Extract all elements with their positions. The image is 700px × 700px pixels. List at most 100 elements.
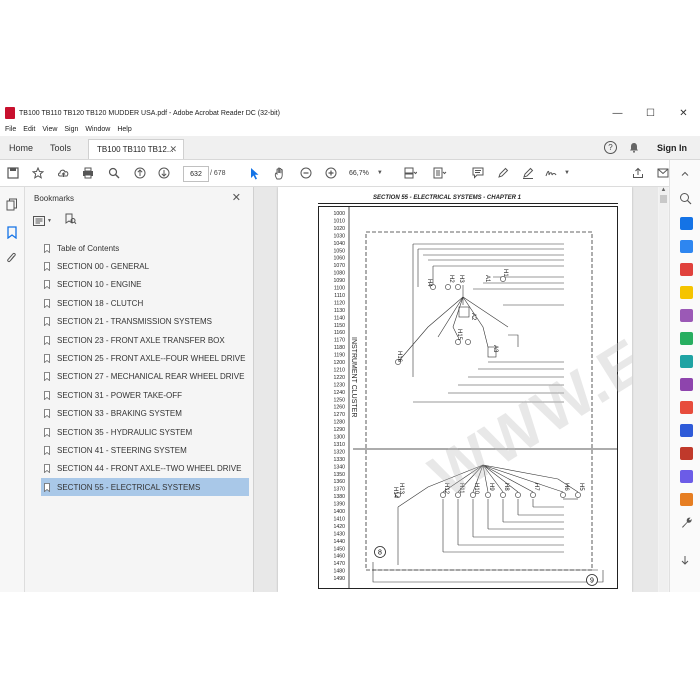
find-bookmark-button[interactable] [65,212,77,230]
page-number-input[interactable]: 632 [183,166,209,182]
vertical-scrollbar[interactable]: ▲ [659,187,668,592]
chevron-down-icon: ▼ [376,170,383,176]
row-number: 1100 [334,286,345,292]
bookmark-flag-icon [44,409,50,419]
bookmark-item[interactable]: SECTION 23 - FRONT AXLE TRANSFER BOX [41,331,249,349]
tab-document[interactable]: TB100 TB110 TB12... ✕ [88,139,184,159]
bookmark-item[interactable]: SECTION 10 - ENGINE [41,276,249,294]
rail-collapse-button[interactable] [680,166,690,184]
bookmark-item[interactable]: Table of Contents [41,239,249,257]
find-button[interactable] [107,164,121,182]
row-number: 1170 [334,338,345,344]
window-title: TB100 TB110 TB120 TB120 MUDDER USA.pdf -… [19,109,280,117]
scan-ocr-icon[interactable] [680,355,693,368]
row-number: 1220 [333,375,345,381]
stamp-icon[interactable] [680,470,693,483]
organize-pages-icon[interactable] [680,332,693,345]
draw-button[interactable] [521,164,535,182]
tab-tools[interactable]: Tools [50,136,71,159]
sign-in-link[interactable]: Sign In [657,136,687,159]
bookmark-item[interactable]: SECTION 00 - GENERAL [41,257,249,275]
zoom-in-button[interactable] [324,164,338,182]
maximize-button[interactable]: ☐ [634,103,667,123]
bookmark-label: SECTION 00 - GENERAL [57,262,150,272]
tool-zoom[interactable] [679,192,692,210]
bookmark-button[interactable] [31,164,45,182]
select-tool-button[interactable] [248,164,262,182]
notifications-button[interactable] [629,136,639,159]
arrow-up-circle-icon [134,167,146,179]
menu-window[interactable]: Window [85,126,110,133]
zoom-out-icon [300,167,312,179]
menu-view[interactable]: View [42,126,57,133]
bookmark-item[interactable]: SECTION 25 - FRONT AXLE--FOUR WHEEL DRIV… [41,349,249,367]
edit-pdf-icon[interactable] [680,309,693,322]
tab-home[interactable]: Home [9,136,33,159]
attachments-button[interactable] [5,251,19,265]
page-layout-icon [404,167,417,179]
pages-thumbnails-button[interactable] [5,197,19,211]
row-number: 1490 [333,576,345,582]
combine-files-icon[interactable] [680,240,693,253]
printer-icon [83,167,93,179]
bookmark-label: SECTION 31 - POWER TAKE-OFF [57,390,183,400]
prepare-form-icon[interactable] [680,493,693,506]
menu-sign[interactable]: Sign [64,126,78,133]
more-tools-button[interactable]: ▼ [562,164,572,182]
close-button[interactable]: ✕ [667,103,700,123]
create-pdf-icon[interactable] [680,217,693,230]
save-button[interactable] [6,164,20,182]
sign-button[interactable] [544,164,558,182]
scroll-mode-button[interactable] [432,164,448,182]
zoom-in-icon [325,167,337,179]
rail-scroll-down-button[interactable] [680,552,690,570]
request-signature-icon[interactable] [680,401,693,414]
zoom-out-button[interactable] [299,164,313,182]
bookmark-item[interactable]: SECTION 55 - ELECTRICAL SYSTEMS [41,478,249,497]
bookmarks-panel-button[interactable] [5,225,19,239]
arrow-down-icon [681,556,689,565]
email-button[interactable] [656,164,670,182]
highlight-button[interactable] [496,164,510,182]
page-display-button[interactable] [402,164,418,182]
row-number: 1280 [333,420,345,426]
row-number: 1270 [333,412,345,418]
comment-tool-icon[interactable] [680,286,693,299]
menu-file[interactable]: File [5,126,16,133]
bookmark-options-button[interactable]: ▼ [33,216,52,226]
tab-close-icon[interactable]: ✕ [169,144,177,155]
bookmark-item[interactable]: SECTION 31 - POWER TAKE-OFF [41,386,249,404]
menu-edit[interactable]: Edit [23,126,35,133]
window-controls: — ☐ ✕ [601,103,700,123]
row-number: 1380 [333,494,345,500]
bookmark-item[interactable]: SECTION 18 - CLUTCH [41,294,249,312]
zoom-level[interactable]: 66,7% ▼ [349,166,383,180]
menu-help[interactable]: Help [117,126,131,133]
next-page-button[interactable] [157,164,171,182]
bookmark-item[interactable]: SECTION 27 - MECHANICAL REAR WHEEL DRIVE [41,368,249,386]
print-button[interactable] [81,164,95,182]
bookmark-item[interactable]: SECTION 35 - HYDRAULIC SYSTEM [41,423,249,441]
more-tools-icon[interactable] [680,516,693,534]
fill-sign-icon[interactable] [680,378,693,391]
bookmark-item[interactable]: SECTION 33 - BRAKING SYSTEM [41,405,249,423]
document-view[interactable]: SECTION 55 - ELECTRICAL SYSTEMS - CHAPTE… [254,187,658,592]
help-button[interactable]: ? [604,136,617,159]
share-button[interactable] [631,164,645,182]
previous-page-button[interactable] [133,164,147,182]
bookmark-item[interactable]: SECTION 41 - STEERING SYSTEM [41,441,249,459]
scrollbar-thumb[interactable] [660,195,667,203]
bookmark-item[interactable]: SECTION 44 - FRONT AXLE--TWO WHEEL DRIVE [41,460,249,478]
bookmarks-close-icon[interactable]: ✕ [232,191,241,204]
comment-button[interactable] [471,164,485,182]
protect-icon[interactable] [680,424,693,437]
upload-button[interactable] [56,164,70,182]
component-label: H12 [443,483,449,495]
redact-icon[interactable] [680,447,693,460]
bookmark-item[interactable]: SECTION 21 - TRANSMISSION SYSTEMS [41,313,249,331]
scroll-up-icon[interactable]: ▲ [659,187,668,195]
minimize-button[interactable]: — [601,103,634,123]
hand-tool-button[interactable] [273,164,287,182]
component-label: H1 [502,269,508,277]
export-pdf-icon[interactable] [680,263,693,276]
